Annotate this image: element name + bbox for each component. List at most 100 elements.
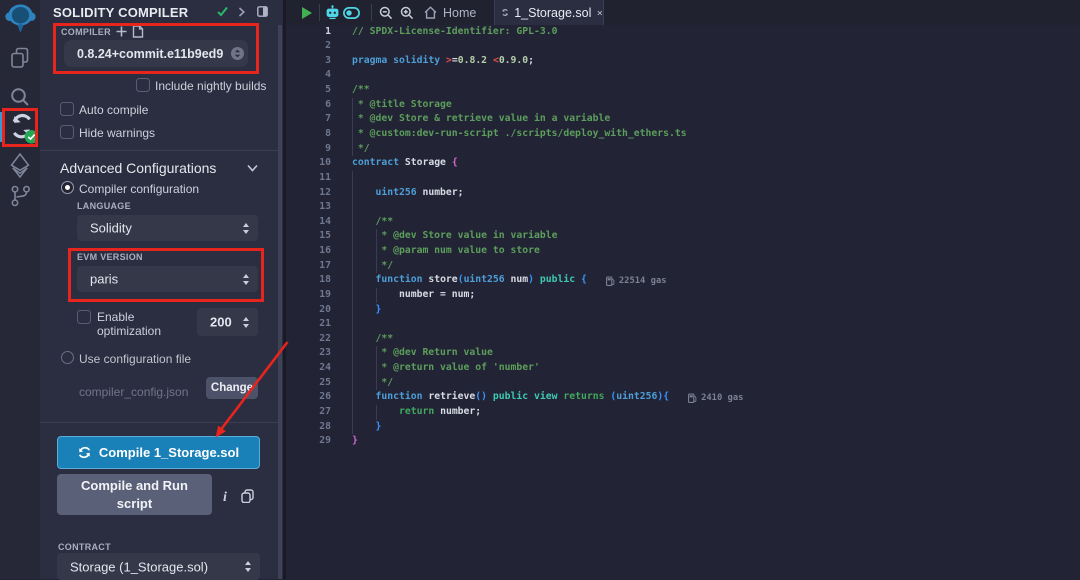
code-line: } <box>352 434 358 449</box>
icon-sidebar <box>0 0 40 579</box>
tabbar-separator <box>371 4 372 21</box>
compiler-label: COMPILER <box>61 27 111 37</box>
chevron-right-icon[interactable] <box>238 7 245 17</box>
line-number: 3 <box>286 54 331 69</box>
hide-warnings-checkbox[interactable] <box>60 125 74 139</box>
code-line: * @custom:dev-run-script ./scripts/deplo… <box>352 127 687 142</box>
line-number: 6 <box>286 98 331 113</box>
code-line: function retrieve() public view returns … <box>352 390 669 405</box>
line-number: 12 <box>286 186 331 201</box>
evm-version-label: EVM VERSION <box>77 252 143 262</box>
compile-and-run-button[interactable]: Compile and Run script <box>57 474 212 515</box>
code-line: number = num; <box>352 288 475 303</box>
line-number: 4 <box>286 68 331 83</box>
code-line: * @param num value to store <box>352 244 540 259</box>
evm-version-select[interactable]: paris <box>77 266 258 292</box>
panel-scrollbar[interactable] <box>278 25 282 579</box>
line-number: 1 <box>286 25 331 40</box>
section-divider <box>40 150 278 151</box>
auto-compile-label: Auto compile <box>79 103 148 117</box>
open-file-icon[interactable] <box>132 25 144 38</box>
line-number: 17 <box>286 259 331 274</box>
nightly-checkbox[interactable] <box>136 78 150 92</box>
hide-warnings-label: Hide warnings <box>79 126 155 140</box>
run-script-icon[interactable] <box>301 0 313 25</box>
line-number: 29 <box>286 434 331 449</box>
remix-logo-icon[interactable] <box>0 3 40 34</box>
line-number: 27 <box>286 405 331 420</box>
compiler-config-radio[interactable] <box>61 181 74 194</box>
change-config-button[interactable]: Change <box>206 377 258 399</box>
git-icon[interactable] <box>0 185 40 207</box>
auto-compile-checkbox[interactable] <box>60 102 74 116</box>
line-number: 7 <box>286 112 331 127</box>
code-line: /** <box>352 83 370 98</box>
line-number: 28 <box>286 420 331 435</box>
contract-select[interactable]: Storage (1_Storage.sol) <box>57 553 260 580</box>
code-line: return number; <box>352 405 481 420</box>
code-line: /** <box>352 332 393 347</box>
advanced-config-title[interactable]: Advanced Configurations <box>60 160 216 176</box>
compiler-config-label: Compiler configuration <box>79 182 199 196</box>
line-number: 22 <box>286 332 331 347</box>
line-number: 14 <box>286 215 331 230</box>
file-tab-storage[interactable]: 1_Storage.sol <box>494 0 604 25</box>
add-compiler-icon[interactable] <box>116 26 127 37</box>
zoom-in-icon[interactable] <box>400 0 414 25</box>
search-icon[interactable] <box>0 86 40 108</box>
version-spinner-icon <box>231 47 244 60</box>
zoom-out-icon[interactable] <box>379 0 393 25</box>
optimization-runs-input[interactable]: 200 <box>197 308 258 336</box>
home-icon <box>424 6 437 19</box>
line-number: 16 <box>286 244 331 259</box>
solidity-compiler-icon[interactable] <box>0 113 40 144</box>
line-number: 21 <box>286 317 331 332</box>
gas-estimate: 22514 gas <box>606 273 667 288</box>
pin-panel-icon[interactable] <box>257 6 268 17</box>
code-line: * @return value of 'number' <box>352 361 540 376</box>
line-number: 11 <box>286 171 331 186</box>
select-arrows-icon <box>242 316 250 328</box>
gas-estimate: 2410 gas <box>688 390 743 405</box>
home-tab-label: Home <box>443 6 476 20</box>
code-line: * @dev Store value in variable <box>352 229 557 244</box>
gas-pump-icon <box>606 276 615 286</box>
info-icon[interactable]: i <box>223 490 227 506</box>
language-value: Solidity <box>90 221 132 236</box>
optimization-runs-value: 200 <box>210 315 232 330</box>
gas-pump-icon <box>688 393 697 403</box>
refresh-icon <box>78 446 91 459</box>
close-tab-icon[interactable] <box>597 8 603 18</box>
select-arrows-icon <box>242 273 250 285</box>
line-number: 13 <box>286 200 331 215</box>
chevron-down-icon[interactable] <box>247 164 258 172</box>
optimization-checkbox[interactable] <box>77 310 91 324</box>
ai-toggle-icon[interactable] <box>343 0 360 25</box>
line-number: 23 <box>286 346 331 361</box>
compile-button[interactable]: Compile 1_Storage.sol <box>57 436 260 469</box>
tabbar-separator <box>319 4 320 21</box>
home-tab[interactable]: Home <box>424 0 476 25</box>
compiler-version-select[interactable]: 0.8.24+commit.e11b9ed9 <box>64 40 248 67</box>
code-editor[interactable]: 1// SPDX-License-Identifier: GPL-3.023pr… <box>286 25 1080 579</box>
contract-value: Storage (1_Storage.sol) <box>70 559 208 574</box>
line-number: 9 <box>286 142 331 157</box>
panel-title: SOLIDITY COMPILER <box>53 5 188 20</box>
code-line: */ <box>352 259 393 274</box>
copy-icon[interactable] <box>241 489 254 503</box>
code-line: * @dev Return value <box>352 346 493 361</box>
line-number: 24 <box>286 361 331 376</box>
evm-version-value: paris <box>90 272 118 287</box>
deploy-run-icon[interactable] <box>0 153 40 178</box>
solidity-file-icon <box>502 6 508 19</box>
code-line: pragma solidity >=0.8.2 <0.9.0; <box>352 54 534 69</box>
line-number: 10 <box>286 156 331 171</box>
line-number: 2 <box>286 39 331 54</box>
code-line: } <box>352 303 381 318</box>
file-explorer-icon[interactable] <box>0 47 40 69</box>
use-config-file-radio[interactable] <box>61 351 74 364</box>
ai-assistant-icon[interactable] <box>325 0 340 25</box>
code-line: * @title Storage <box>352 98 452 113</box>
line-number: 15 <box>286 229 331 244</box>
language-select[interactable]: Solidity <box>77 215 258 241</box>
